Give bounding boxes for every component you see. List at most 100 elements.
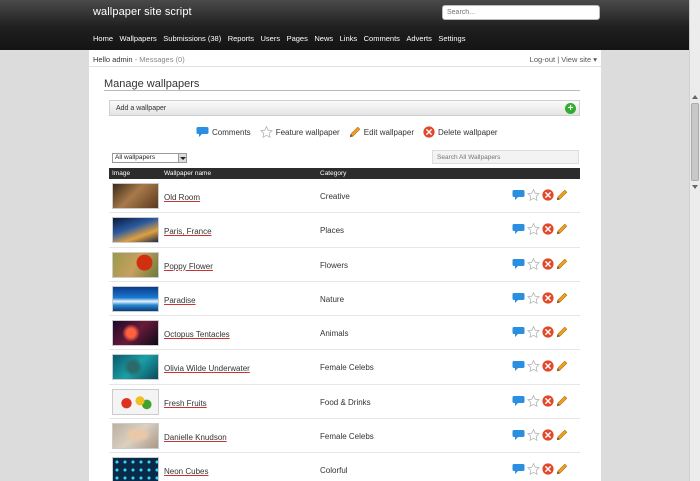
nav-news[interactable]: News [314, 34, 333, 43]
action-legend: Comments Feature wallpaper Edit wallpape… [196, 126, 507, 138]
delete-icon[interactable] [542, 223, 554, 237]
nav-settings[interactable]: Settings [438, 34, 465, 43]
view-site-link[interactable]: View site [561, 55, 591, 64]
pencil-icon[interactable] [556, 292, 568, 306]
page-title: Manage wallpapers [104, 78, 200, 90]
wallpaper-thumbnail[interactable] [112, 354, 159, 381]
comment-bubble-icon[interactable] [512, 360, 525, 374]
star-icon[interactable] [527, 325, 540, 340]
wallpaper-name-link[interactable]: Fresh Fruits [164, 399, 207, 408]
comment-bubble-icon[interactable] [512, 326, 525, 340]
wallpaper-thumbnail[interactable] [112, 251, 159, 278]
title-divider [104, 90, 580, 91]
table-row: Poppy Flower Flowers [109, 248, 580, 282]
row-actions [512, 188, 570, 203]
wallpaper-thumbnail[interactable] [112, 423, 159, 450]
wallpaper-name-link[interactable]: Paris, France [164, 227, 212, 236]
site-search-input[interactable] [442, 5, 600, 20]
wallpaper-name-link[interactable]: Neon Cubes [164, 467, 208, 476]
pencil-icon [349, 126, 360, 138]
nav-reports[interactable]: Reports [228, 34, 254, 43]
comment-bubble-icon[interactable] [512, 463, 525, 477]
wallpaper-name-link[interactable]: Octopus Tentacles [164, 330, 230, 339]
nav-pages[interactable]: Pages [287, 34, 308, 43]
site-title[interactable]: wallpaper site script [93, 6, 192, 18]
pencil-icon[interactable] [556, 258, 568, 272]
wallpaper-thumbnail[interactable] [112, 457, 159, 481]
star-icon[interactable] [527, 291, 540, 306]
wallpaper-category: Food & Drinks [320, 397, 371, 407]
nav-users[interactable]: Users [260, 34, 280, 43]
wallpaper-name-link[interactable]: Old Room [164, 193, 200, 202]
greeting: Hello admin - Messages (0) [93, 55, 185, 64]
nav-links[interactable]: Links [340, 34, 358, 43]
plus-icon[interactable]: + [565, 103, 576, 114]
column-header-image: Image [112, 170, 131, 177]
delete-icon[interactable] [542, 360, 554, 374]
row-actions [512, 325, 570, 340]
delete-icon[interactable] [542, 326, 554, 340]
legend-feature: Feature wallpaper [259, 126, 340, 138]
scroll-down-arrow-icon[interactable] [692, 185, 698, 189]
wallpaper-category: Nature [320, 294, 345, 304]
row-actions [512, 291, 570, 306]
search-wallpapers-input[interactable] [432, 150, 579, 164]
logout-link[interactable]: Log-out [530, 55, 555, 64]
pencil-icon[interactable] [556, 223, 568, 237]
star-icon[interactable] [527, 463, 540, 477]
wallpaper-filter-select[interactable]: All wallpapers [112, 153, 187, 163]
wallpaper-name-link[interactable]: Danielle Knudson [164, 433, 227, 442]
star-icon[interactable] [527, 257, 540, 272]
add-wallpaper-bar[interactable]: Add a wallpaper + [109, 100, 580, 116]
comment-bubble-icon[interactable] [512, 292, 525, 306]
comment-bubble-icon[interactable] [512, 395, 525, 409]
delete-icon[interactable] [542, 292, 554, 306]
scroll-up-arrow-icon[interactable] [692, 95, 698, 99]
account-links: Log-out | View site ▾ [530, 55, 597, 64]
table-row: Neon Cubes Colorful [109, 453, 580, 481]
wallpaper-thumbnail[interactable] [112, 320, 159, 347]
comment-bubble-icon[interactable] [512, 189, 525, 203]
greeting-separator: - [134, 55, 138, 64]
pencil-icon[interactable] [556, 189, 568, 203]
comment-bubble-icon[interactable] [512, 429, 525, 443]
chevron-down-icon[interactable] [178, 154, 186, 162]
page-scrollbar[interactable] [689, 0, 700, 481]
nav-home[interactable]: Home [93, 34, 113, 43]
delete-icon[interactable] [542, 429, 554, 443]
star-icon[interactable] [527, 394, 540, 409]
nav-comments[interactable]: Comments [364, 34, 400, 43]
wallpaper-thumbnail[interactable] [112, 183, 159, 209]
delete-icon[interactable] [542, 395, 554, 409]
messages-link[interactable]: Messages (0) [139, 55, 184, 64]
nav-wallpapers[interactable]: Wallpapers [120, 34, 157, 43]
comment-bubble-icon[interactable] [512, 258, 525, 272]
pencil-icon[interactable] [556, 463, 568, 477]
wallpaper-category: Places [320, 226, 345, 236]
star-icon[interactable] [527, 222, 540, 237]
nav-submissions[interactable]: Submissions (38) [163, 34, 221, 43]
pencil-icon[interactable] [556, 429, 568, 443]
delete-icon[interactable] [542, 189, 554, 203]
star-icon[interactable] [527, 360, 540, 374]
pencil-icon[interactable] [556, 326, 568, 340]
nav-adverts[interactable]: Adverts [406, 34, 431, 43]
row-actions [512, 360, 570, 374]
wallpaper-thumbnail[interactable] [112, 388, 159, 415]
wallpaper-name-link[interactable]: Paradise [164, 296, 196, 305]
wallpaper-thumbnail[interactable] [112, 217, 159, 244]
scrollbar-thumb[interactable] [691, 103, 699, 181]
table-row: Paris, France Places [109, 213, 580, 248]
delete-icon[interactable] [542, 463, 554, 477]
wallpaper-thumbnail[interactable] [112, 285, 159, 312]
pencil-icon[interactable] [556, 395, 568, 409]
star-icon[interactable] [527, 428, 540, 443]
add-wallpaper-label[interactable]: Add a wallpaper [116, 105, 166, 112]
wallpaper-name-link[interactable]: Olivia Wilde Underwater [164, 364, 250, 373]
pencil-icon[interactable] [556, 360, 568, 374]
star-icon[interactable] [527, 188, 540, 203]
comment-bubble-icon[interactable] [512, 223, 525, 237]
delete-icon[interactable] [542, 257, 554, 272]
wallpaper-name-link[interactable]: Poppy Flower [164, 262, 213, 271]
wallpaper-category: Female Celebs [320, 432, 374, 442]
